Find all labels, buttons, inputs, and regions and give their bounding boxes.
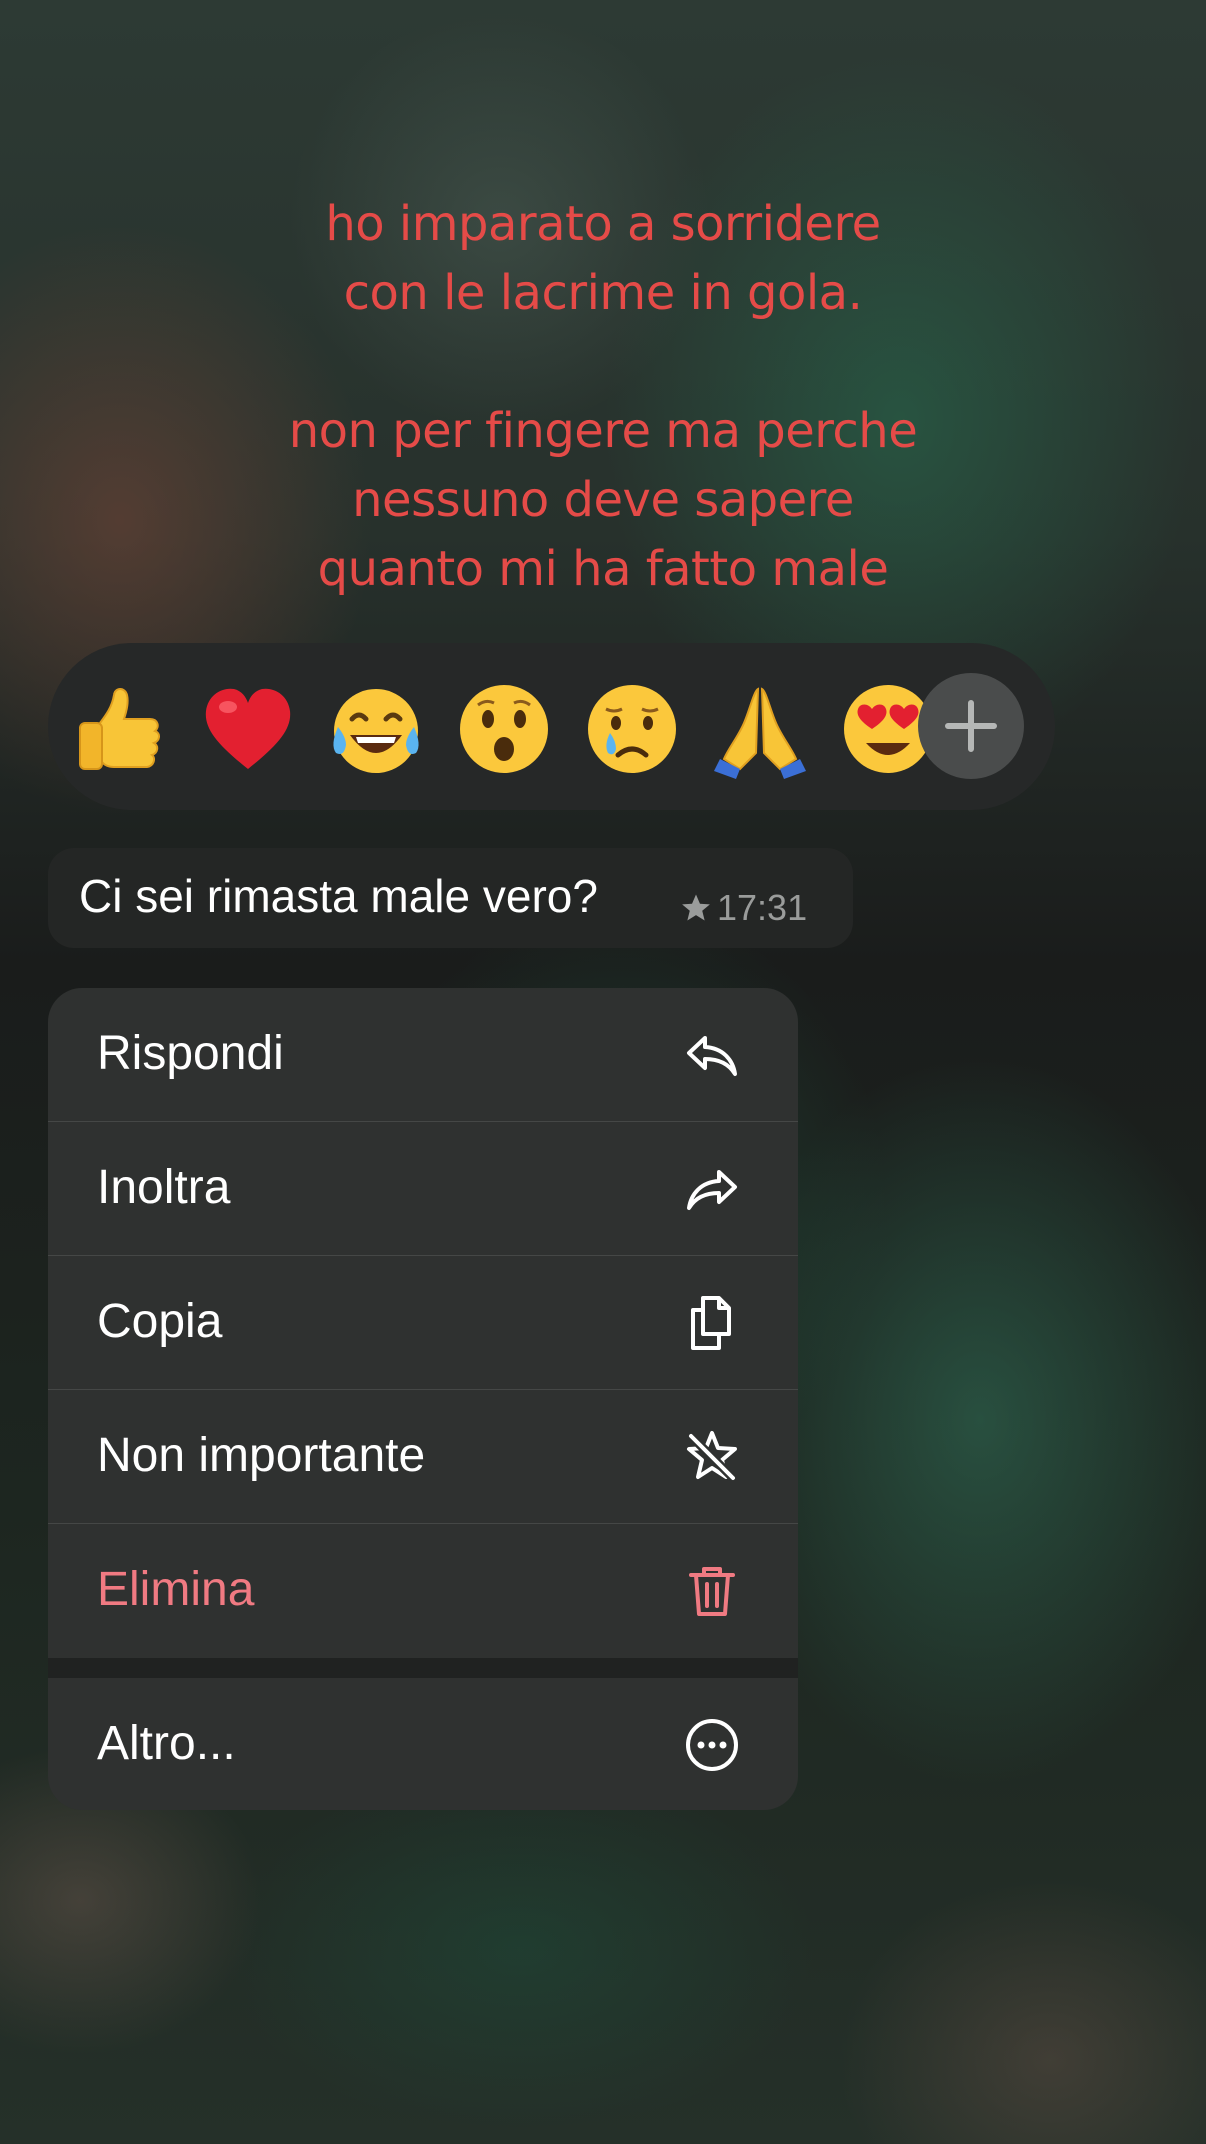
message-time: 17:31 xyxy=(717,887,808,928)
forward-icon xyxy=(687,1170,737,1210)
folded-hands-emoji[interactable] xyxy=(710,679,810,779)
more-reactions-button[interactable] xyxy=(918,673,1024,779)
red-heart-emoji[interactable] xyxy=(198,679,298,779)
unstar-icon xyxy=(687,1431,737,1482)
crying-face-emoji[interactable] xyxy=(582,679,682,779)
context-menu: Rispondi Inoltra Copia Non importante El… xyxy=(48,988,798,1810)
tears-of-joy-emoji[interactable] xyxy=(326,679,426,779)
caption-line-3 xyxy=(0,328,1206,397)
message-bubble[interactable]: Ci sei rimasta male vero? 17:31 xyxy=(48,848,853,948)
reply-icon xyxy=(687,1036,737,1076)
menu-item-label: Altro... xyxy=(97,1717,236,1770)
trash-icon xyxy=(689,1567,735,1616)
caption-line-1: ho imparato a sorridere xyxy=(325,196,881,252)
menu-item-label: Non importante xyxy=(97,1429,426,1482)
star-icon xyxy=(682,894,710,921)
menu-item-delete[interactable]: Elimina xyxy=(48,1524,798,1657)
menu-item-forward[interactable]: Inoltra xyxy=(48,1122,798,1255)
thumbs-up-emoji[interactable] xyxy=(70,679,170,779)
plus-icon xyxy=(945,700,997,752)
message-meta: 17:31 xyxy=(679,888,807,928)
caption-line-4: non per fingere ma perche xyxy=(288,403,918,459)
menu-item-unstar[interactable]: Non importante xyxy=(48,1390,798,1523)
surprised-face-emoji[interactable] xyxy=(454,679,554,779)
caption-line-6: quanto mi ha fatto male xyxy=(317,541,889,597)
menu-item-label: Copia xyxy=(97,1295,223,1348)
copy-icon xyxy=(691,1296,731,1350)
reaction-list xyxy=(70,643,945,810)
more-icon xyxy=(686,1719,738,1771)
message-text: Ci sei rimasta male vero? xyxy=(79,870,598,922)
reaction-bar xyxy=(48,643,1055,810)
caption-line-2: con le lacrime in gola. xyxy=(343,265,863,321)
background-caption: ho imparato a sorridere con le lacrime i… xyxy=(0,190,1206,604)
menu-item-reply[interactable]: Rispondi xyxy=(48,988,798,1121)
menu-item-label: Inoltra xyxy=(97,1161,231,1214)
menu-item-label: Elimina xyxy=(97,1563,255,1616)
menu-group-divider xyxy=(48,1658,798,1678)
menu-item-label: Rispondi xyxy=(97,1027,284,1080)
menu-item-more[interactable]: Altro... xyxy=(48,1678,798,1810)
menu-item-copy[interactable]: Copia xyxy=(48,1256,798,1389)
caption-line-5: nessuno deve sapere xyxy=(352,472,854,528)
